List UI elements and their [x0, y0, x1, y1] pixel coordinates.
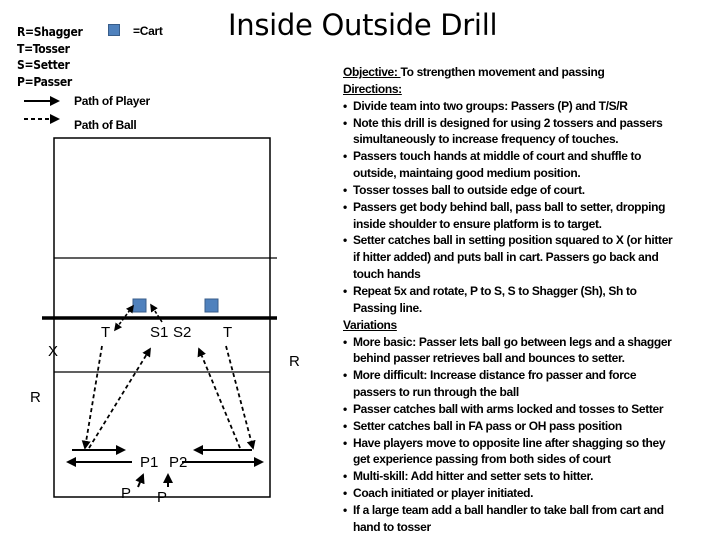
setter-2-label: S2	[173, 324, 191, 341]
variations-item: Passer catches ball with arms locked and…	[343, 401, 715, 418]
directions-item-line: Setter catches ball in setting position …	[353, 233, 673, 248]
passer-1-label: P1	[140, 454, 158, 471]
directions-item: Setter catches ball in setting position …	[343, 232, 715, 283]
directions-item-line: Repeat 5x and rotate, P to S, S to Shagg…	[353, 283, 637, 298]
variations-list: More basic: Passer lets ball go between …	[343, 334, 715, 536]
variations-item-line: Multi-skill: Add hitter and setter sets …	[353, 469, 594, 484]
variations-item: Coach initiated or player initiated.	[343, 485, 715, 502]
ball-path-pass-left	[88, 347, 151, 449]
directions-item-line: Passing line.	[353, 300, 422, 315]
cart-right	[204, 298, 219, 313]
shagger-left-label: R	[30, 389, 41, 406]
variations-item: Multi-skill: Add hitter and setter sets …	[343, 468, 715, 485]
passer-2-label: P2	[169, 454, 187, 471]
directions-item-line: Passers touch hands at middle of court a…	[353, 149, 642, 164]
variations-item-line: Passer catches ball with arms locked and…	[353, 401, 664, 416]
variations-item-line: More basic: Passer lets ball go between …	[353, 334, 672, 349]
objective-text: To strengthen movement and passing	[400, 65, 605, 79]
passer-line-right-label: P	[157, 489, 167, 506]
variations-item-line: get experience passing from both sides o…	[353, 452, 611, 467]
tosser-right-label: T	[223, 324, 232, 341]
directions-item-line: if hitter added) and puts ball in cart. …	[353, 250, 659, 265]
cart-left	[132, 298, 147, 313]
directions-item-line: Tosser tosses ball to outside edge of co…	[353, 182, 585, 197]
variations-item: More difficult: Increase distance fro pa…	[343, 367, 715, 401]
directions-item-line: Note this drill is designed for using 2 …	[353, 115, 663, 130]
variations-item-line: More difficult: Increase distance fro pa…	[353, 368, 637, 383]
directions-item: Passers touch hands at middle of court a…	[343, 148, 715, 182]
directions-item-line: Divide team into two groups: Passers (P)…	[353, 98, 628, 113]
objective-label: Objective:	[343, 65, 401, 79]
variations-item-line: passers to run through the ball	[353, 385, 519, 400]
directions-item: Tosser tosses ball to outside edge of co…	[343, 182, 715, 199]
directions-item-line: Passers get body behind ball, pass ball …	[353, 199, 666, 214]
variations-item-line: hand to tosser	[353, 519, 431, 534]
variations-item: If a large team add a ball handler to ta…	[343, 502, 715, 536]
tosser-left-label: T	[101, 324, 110, 341]
ball-path-pass-right	[197, 347, 241, 449]
variations-item-line: Setter catches ball in FA pass or OH pas…	[353, 418, 622, 433]
variations-item-line: behind passer retrieves ball and bounces…	[353, 351, 625, 366]
directions-item-line: simultaneously to increase frequency of …	[353, 132, 619, 147]
variations-item: Setter catches ball in FA pass or OH pas…	[343, 418, 715, 435]
directions-item-line: outside, maintaing good medium position.	[353, 166, 581, 181]
variations-item-line: Coach initiated or player initiated.	[353, 486, 534, 501]
target-x-label: X	[48, 343, 58, 360]
variations-item-line: Have players move to opposite line after…	[353, 435, 666, 450]
objective: Objective: To strengthen movement and pa…	[343, 64, 715, 81]
variations-item-line: If a large team add a ball handler to ta…	[353, 502, 664, 517]
directions-item-line: inside shoulder to ensure platform is to…	[353, 216, 602, 231]
variations-item: Have players move to opposite line after…	[343, 435, 715, 469]
variations-item: More basic: Passer lets ball go between …	[343, 334, 715, 368]
directions-heading: Directions:	[343, 81, 402, 96]
directions-item: Note this drill is designed for using 2 …	[343, 115, 715, 149]
player-path-p-to-p1	[135, 473, 145, 488]
variations-heading: Variations	[343, 317, 397, 332]
ball-path-toss-right	[225, 345, 256, 450]
directions-item: Repeat 5x and rotate, P to S, S to Shagg…	[343, 283, 715, 317]
directions-list: Divide team into two groups: Passers (P)…	[343, 98, 715, 317]
directions-item: Divide team into two groups: Passers (P)…	[343, 98, 715, 115]
directions-item: Passers get body behind ball, pass ball …	[343, 199, 715, 233]
instructions-panel: Objective: To strengthen movement and pa…	[343, 64, 715, 536]
passer-line-left-label: P	[121, 485, 131, 502]
setter-1-label: S1	[150, 324, 168, 341]
ball-path-toss-left	[81, 345, 103, 450]
shagger-right-label: R	[289, 353, 300, 370]
directions-item-line: touch hands	[353, 267, 421, 282]
